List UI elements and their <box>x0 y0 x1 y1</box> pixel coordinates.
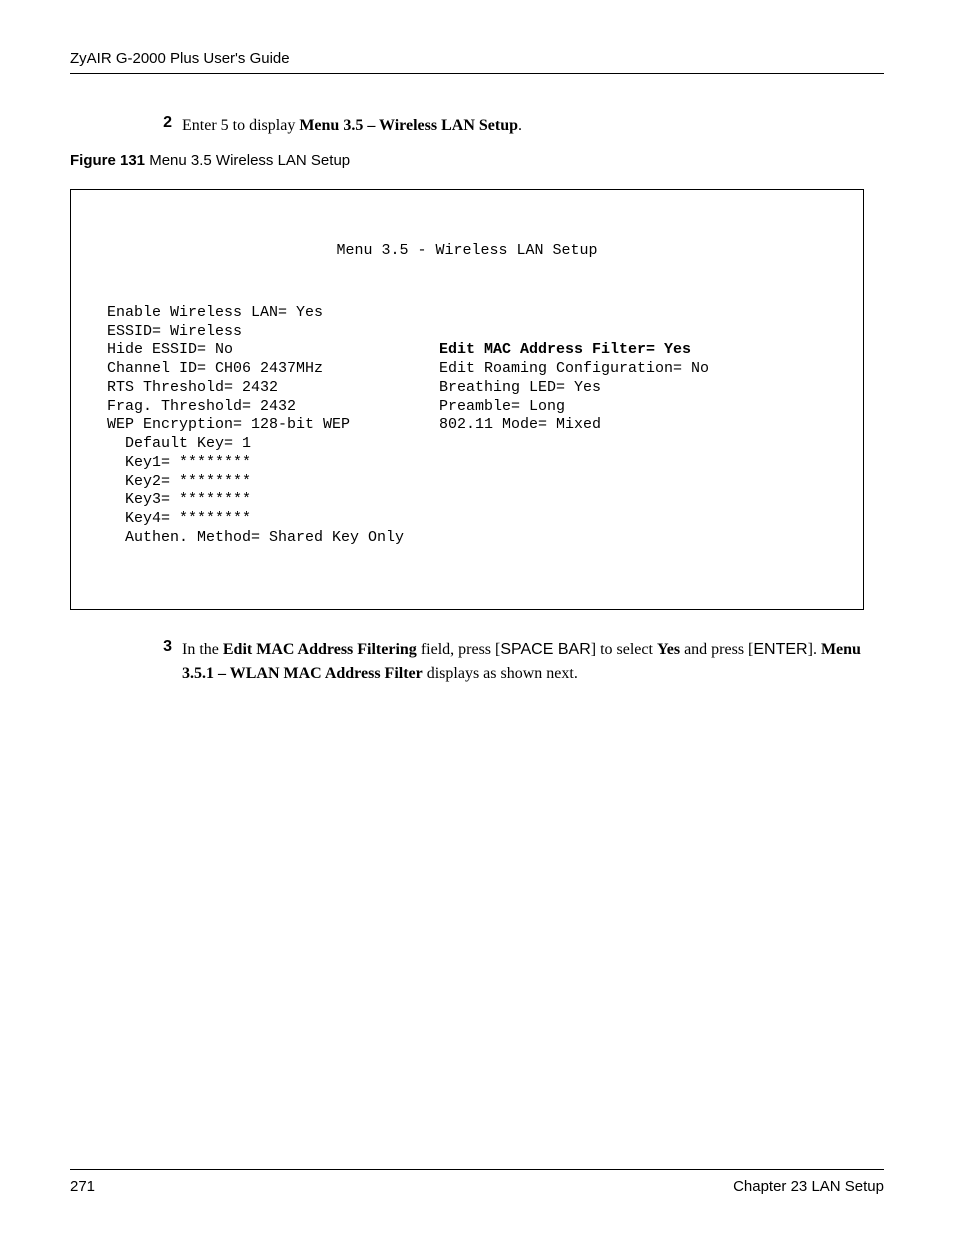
step-2: 2 Enter 5 to display Menu 3.5 – Wireless… <box>160 114 864 138</box>
page-footer: 271 Chapter 23 LAN Setup <box>70 1169 884 1195</box>
s3-t2: field, press [ <box>417 641 501 658</box>
step-number: 3 <box>160 638 172 686</box>
s3-s2: ENTER <box>753 641 807 658</box>
terminal-right-column: Edit MAC Address Filter= Yes Edit Roamin… <box>439 304 709 548</box>
step2-suffix: . <box>518 117 522 134</box>
page-header: ZyAIR G-2000 Plus User's Guide <box>70 50 884 74</box>
term-l2: ESSID= Wireless <box>89 323 242 340</box>
step-3: 3 In the Edit MAC Address Filtering fiel… <box>160 638 864 686</box>
step2-bold: Menu 3.5 – Wireless LAN Setup <box>299 117 518 134</box>
s3-t6: displays as shown next. <box>423 665 578 682</box>
terminal-screenshot: Menu 3.5 - Wireless LAN Setup Enable Wir… <box>70 189 864 610</box>
term-r3: Edit MAC Address Filter= Yes <box>439 341 691 358</box>
term-l4: Channel ID= CH06 2437MHz <box>89 360 323 377</box>
term-r5: Breathing LED= Yes <box>439 379 601 396</box>
term-r7: 802.11 Mode= Mixed <box>439 416 601 433</box>
page-content: 2 Enter 5 to display Menu 3.5 – Wireless… <box>70 74 884 1169</box>
term-l10: Key2= ******** <box>89 473 251 490</box>
terminal-left-column: Enable Wireless LAN= Yes ESSID= Wireless… <box>89 304 439 548</box>
step-number: 2 <box>160 114 172 138</box>
figure-caption-text: Menu 3.5 Wireless LAN Setup <box>149 152 350 169</box>
term-l6: Frag. Threshold= 2432 <box>89 398 296 415</box>
s3-s1: SPACE BAR <box>500 641 590 658</box>
step-body: In the Edit MAC Address Filtering field,… <box>182 638 864 686</box>
step-body: Enter 5 to display Menu 3.5 – Wireless L… <box>182 114 522 138</box>
s3-t4: and press [ <box>680 641 753 658</box>
term-r4: Edit Roaming Configuration= No <box>439 360 709 377</box>
term-r6: Preamble= Long <box>439 398 565 415</box>
figure-label: Figure 131 <box>70 152 149 169</box>
term-l13: Authen. Method= Shared Key Only <box>89 529 404 546</box>
term-l12: Key4= ******** <box>89 510 251 527</box>
s3-b1: Edit MAC Address Filtering <box>223 641 417 658</box>
figure-caption: Figure 131 Menu 3.5 Wireless LAN Setup <box>70 152 864 169</box>
s3-b2: Yes <box>657 641 680 658</box>
term-l9: Key1= ******** <box>89 454 251 471</box>
term-l7: WEP Encryption= 128-bit WEP <box>89 416 350 433</box>
s3-t1: In the <box>182 641 223 658</box>
step2-prefix: Enter 5 to display <box>182 117 299 134</box>
page-number: 271 <box>70 1178 95 1195</box>
terminal-title: Menu 3.5 - Wireless LAN Setup <box>89 242 845 261</box>
term-l5: RTS Threshold= 2432 <box>89 379 278 396</box>
terminal-columns: Enable Wireless LAN= Yes ESSID= Wireless… <box>89 304 845 548</box>
chapter-label: Chapter 23 LAN Setup <box>733 1178 884 1195</box>
term-l11: Key3= ******** <box>89 491 251 508</box>
doc-title: ZyAIR G-2000 Plus User's Guide <box>70 50 290 67</box>
term-l8: Default Key= 1 <box>89 435 251 452</box>
term-l1: Enable Wireless LAN= Yes <box>89 304 323 321</box>
s3-t3: ] to select <box>591 641 657 658</box>
term-l3: Hide ESSID= No <box>89 341 233 358</box>
s3-t5: ]. <box>808 641 821 658</box>
